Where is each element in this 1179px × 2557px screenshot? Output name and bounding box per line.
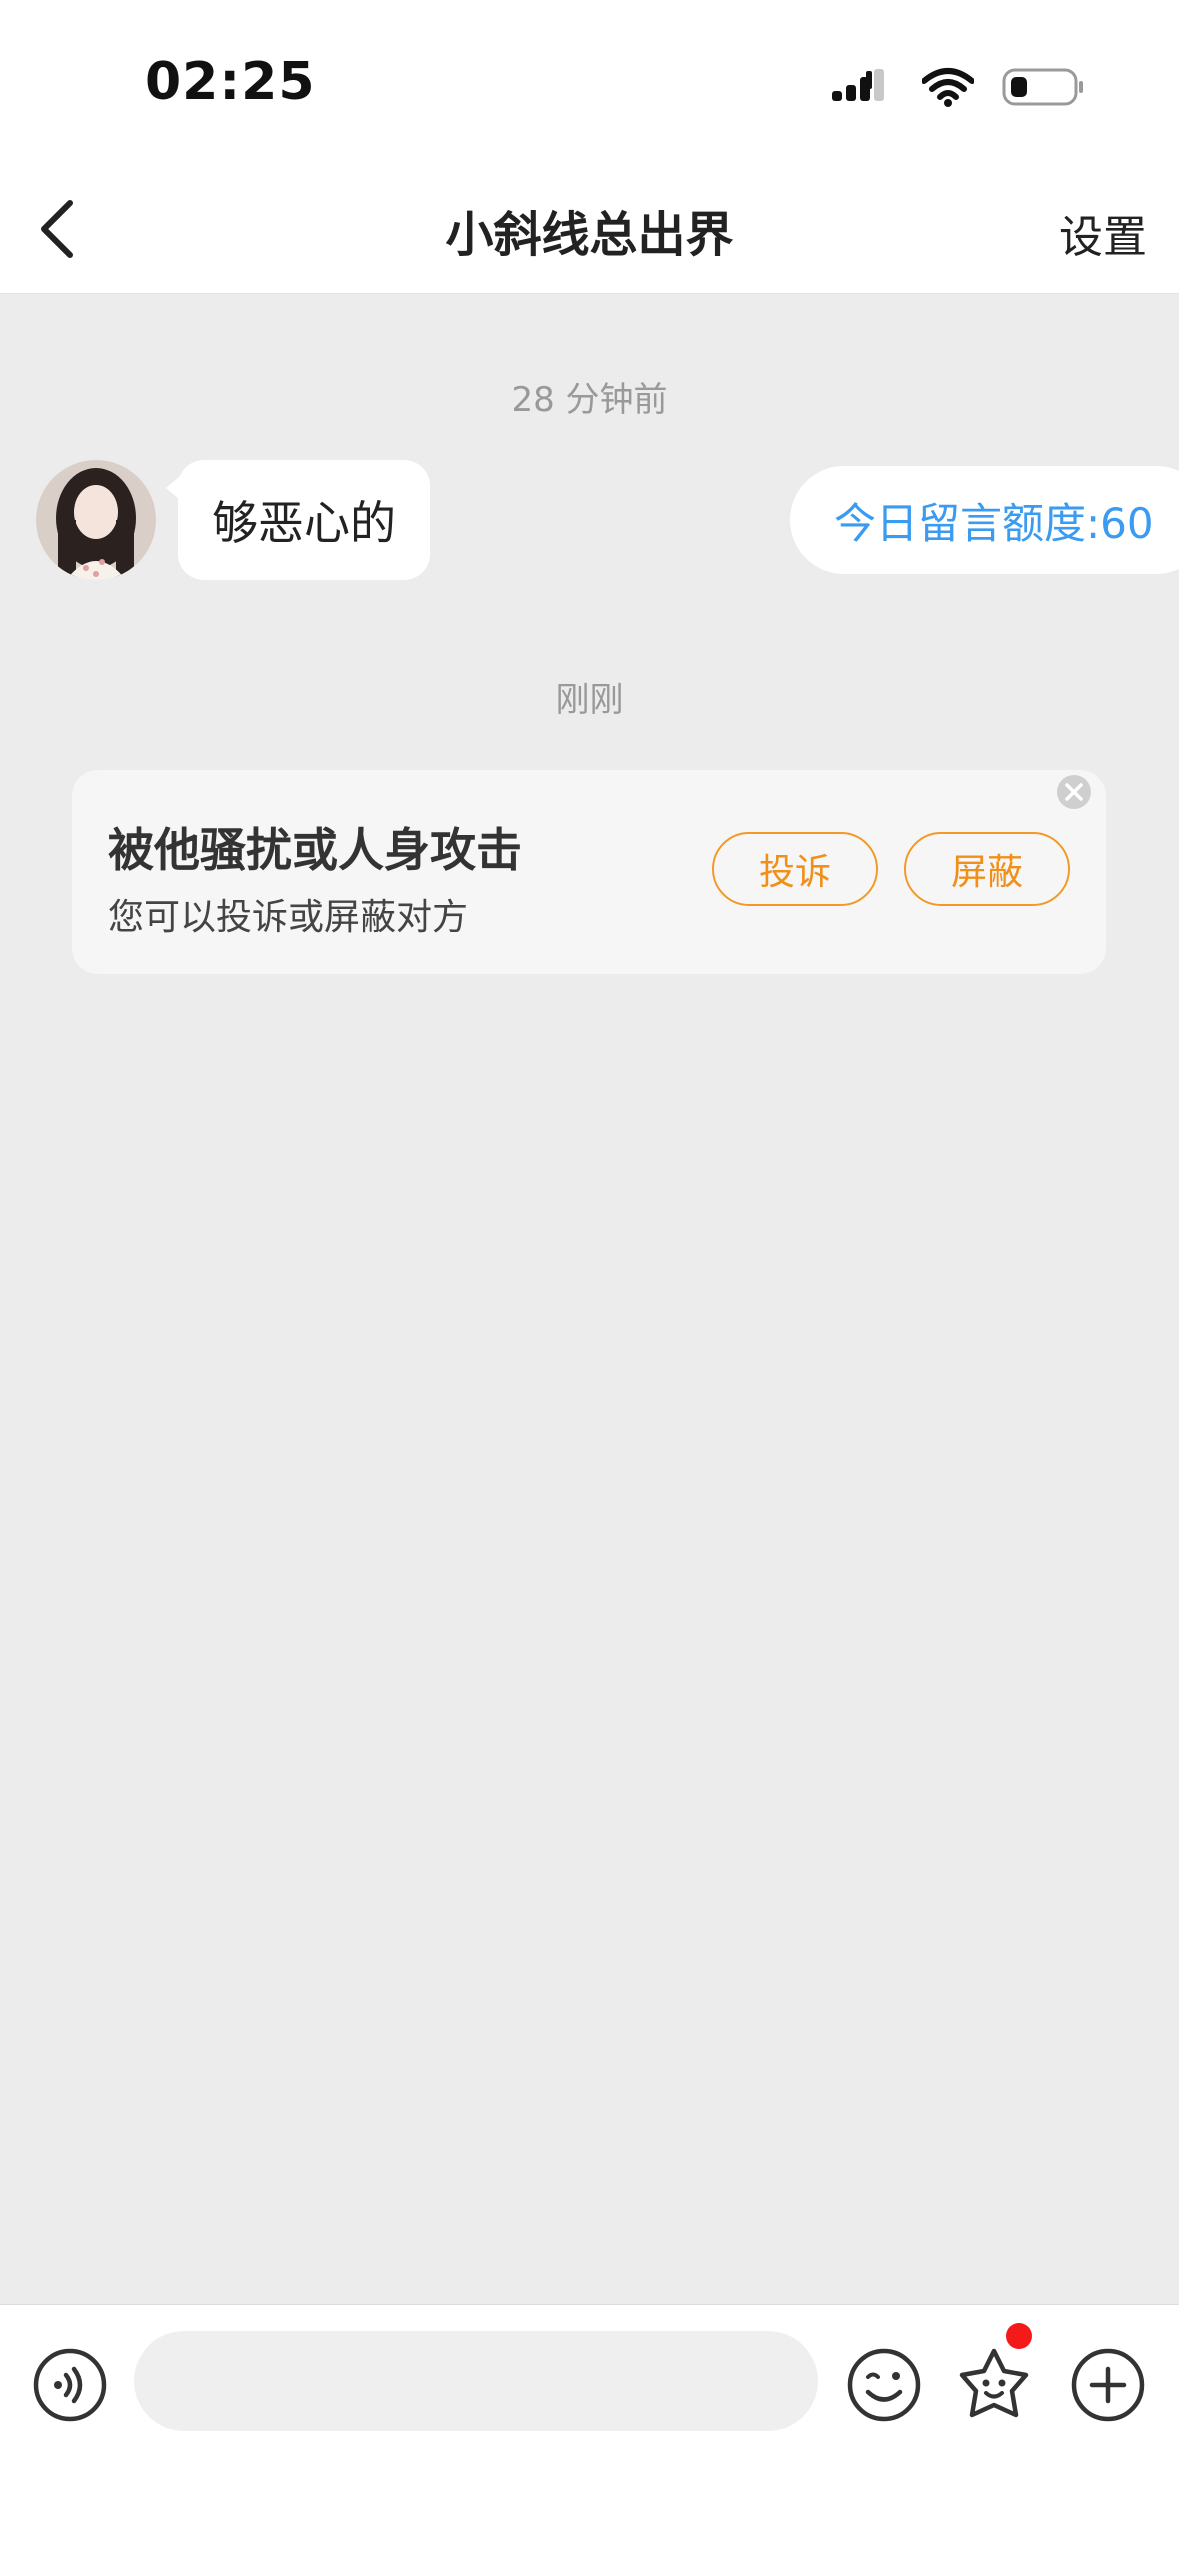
wifi-icon (922, 68, 974, 107)
avatar[interactable] (36, 460, 156, 580)
message-input[interactable] (134, 2331, 818, 2431)
settings-button[interactable]: 设置 (1059, 201, 1147, 265)
harassment-notice-card: 被他骚扰或人身攻击 您可以投诉或屏蔽对方 投诉 屏蔽 (72, 770, 1106, 974)
chat-area[interactable] (0, 294, 1179, 2304)
close-icon[interactable] (1056, 774, 1092, 810)
message-bubble[interactable]: 够恶心的 (166, 460, 430, 580)
voice-icon[interactable] (30, 2345, 110, 2425)
navigation-bar: 小斜线总出界 设置 (0, 165, 1179, 294)
input-bar (0, 2304, 1179, 2557)
notice-subtitle: 您可以投诉或屏蔽对方 (108, 897, 469, 938)
avatar-image (36, 460, 156, 580)
status-icons (832, 62, 1084, 112)
cellular-signal-icon (832, 69, 884, 101)
notice-title: 被他骚扰或人身攻击 (108, 823, 522, 877)
sticker-icon[interactable] (954, 2345, 1034, 2425)
message-quota-badge: 今日留言额度:60 (790, 466, 1179, 574)
chat-title: 小斜线总出界 (445, 207, 734, 263)
message-text: 够恶心的 (212, 496, 396, 550)
notification-dot (1006, 2323, 1032, 2349)
status-bar: 02:25 (0, 0, 1179, 165)
quota-text: 今日留言额度:60 (834, 498, 1154, 548)
battery-icon (1002, 68, 1083, 106)
add-icon[interactable] (1068, 2345, 1148, 2425)
emoji-icon[interactable] (844, 2345, 924, 2425)
block-button[interactable]: 屏蔽 (904, 832, 1070, 906)
timestamp: 28 分钟前 (511, 380, 668, 420)
timestamp: 刚刚 (555, 680, 624, 720)
status-time: 02:25 (145, 52, 316, 112)
complain-button[interactable]: 投诉 (712, 832, 878, 906)
